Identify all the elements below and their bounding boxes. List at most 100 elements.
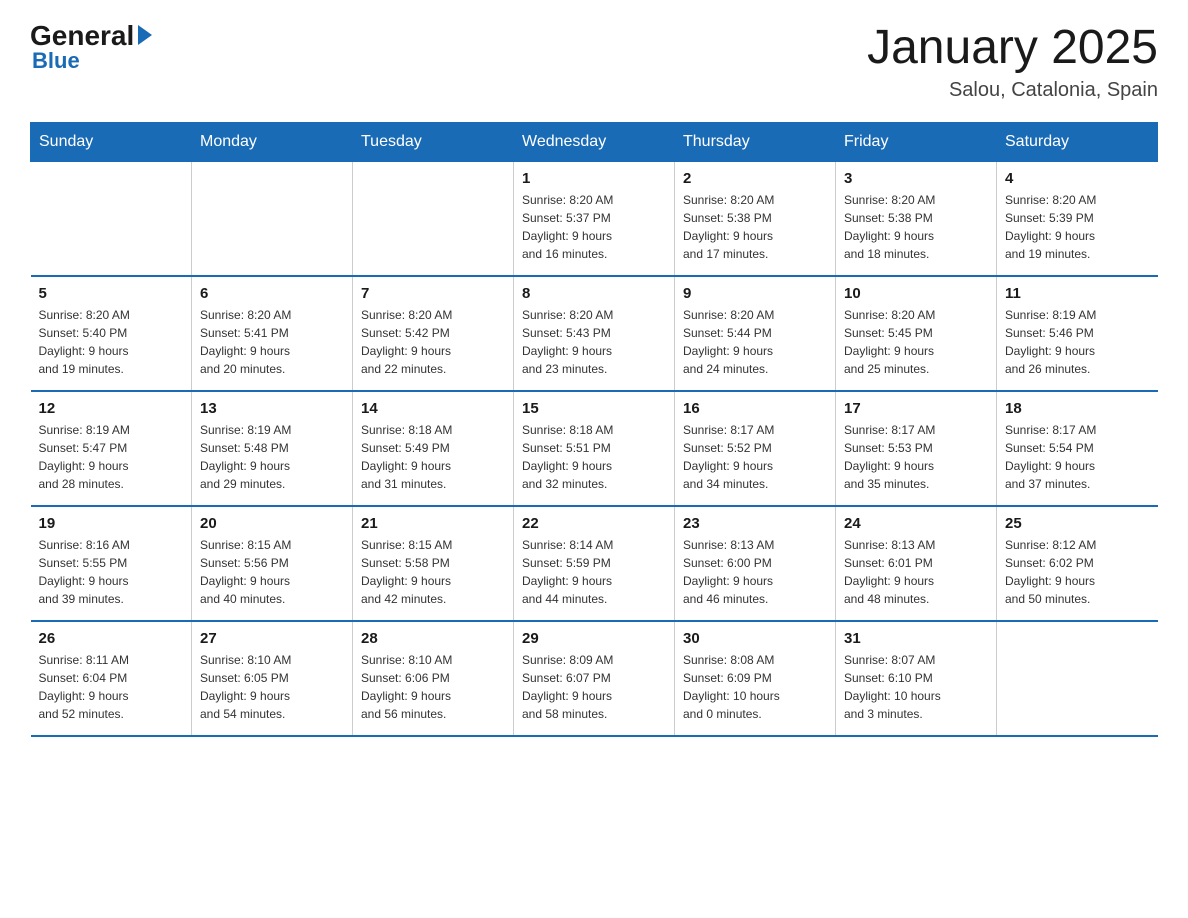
calendar-cell: 28 Sunrise: 8:10 AM Sunset: 6:06 PM Dayli… (353, 621, 514, 736)
calendar-cell: 8Sunrise: 8:20 AM Sunset: 5:43 PM Daylig… (514, 276, 675, 391)
calendar-cell: 12 Sunrise: 8:19 AM Sunset: 5:47 PM Dayli… (31, 391, 192, 506)
day-number: 31 (844, 630, 988, 647)
day-info: Sunrise: 8:13 AM Sunset: 6:00 PM Dayligh… (683, 536, 827, 608)
calendar-week-row: 5 Sunrise: 8:20 AM Sunset: 5:40 PM Daylig… (31, 276, 1158, 391)
day-info: Sunrise: 8:19 AM Sunset: 5:47 PM Dayligh… (39, 421, 184, 493)
calendar-cell: 26Sunrise: 8:11 AM Sunset: 6:04 PM Dayli… (31, 621, 192, 736)
day-info: Sunrise: 8:15 AM Sunset: 5:56 PM Dayligh… (200, 536, 344, 608)
day-info: Sunrise: 8:18 AM Sunset: 5:51 PM Dayligh… (522, 421, 666, 493)
calendar-header-wednesday: Wednesday (514, 123, 675, 162)
calendar-cell: 17 Sunrise: 8:17 AM Sunset: 5:53 PM Dayli… (836, 391, 997, 506)
calendar-cell: 31 Sunrise: 8:07 AM Sunset: 6:10 PM Dayli… (836, 621, 997, 736)
day-info: Sunrise: 8:20 AM Sunset: 5:42 PM Dayligh… (361, 306, 505, 378)
day-number: 6 (200, 285, 344, 302)
day-info: Sunrise: 8:17 AM Sunset: 5:54 PM Dayligh… (1005, 421, 1150, 493)
day-number: 14 (361, 400, 505, 417)
day-info: Sunrise: 8:09 AM Sunset: 6:07 PM Dayligh… (522, 651, 666, 723)
logo-blue-text: Blue (32, 48, 80, 74)
day-info: Sunrise: 8:20 AM Sunset: 5:37 PM Dayligh… (522, 191, 666, 263)
day-info: Sunrise: 8:15 AM Sunset: 5:58 PM Dayligh… (361, 536, 505, 608)
day-number: 13 (200, 400, 344, 417)
day-number: 12 (39, 400, 184, 417)
day-number: 17 (844, 400, 988, 417)
day-number: 15 (522, 400, 666, 417)
day-info: Sunrise: 8:10 AM Sunset: 6:05 PM Dayligh… (200, 651, 344, 723)
calendar-cell: 4Sunrise: 8:20 AM Sunset: 5:39 PM Daylig… (997, 162, 1158, 277)
day-info: Sunrise: 8:20 AM Sunset: 5:40 PM Dayligh… (39, 306, 184, 378)
day-number: 20 (200, 515, 344, 532)
day-number: 28 (361, 630, 505, 647)
calendar-week-row: 26Sunrise: 8:11 AM Sunset: 6:04 PM Dayli… (31, 621, 1158, 736)
calendar-cell: 6 Sunrise: 8:20 AM Sunset: 5:41 PM Daylig… (192, 276, 353, 391)
page-header: General Blue January 2025 Salou, Catalon… (30, 20, 1158, 102)
calendar-header-tuesday: Tuesday (353, 123, 514, 162)
calendar-cell: 2Sunrise: 8:20 AM Sunset: 5:38 PM Daylig… (675, 162, 836, 277)
calendar-cell (192, 162, 353, 277)
day-info: Sunrise: 8:20 AM Sunset: 5:39 PM Dayligh… (1005, 191, 1150, 263)
month-year-title: January 2025 (867, 20, 1158, 75)
day-number: 10 (844, 285, 988, 302)
day-number: 3 (844, 170, 988, 187)
calendar-cell (31, 162, 192, 277)
calendar-cell: 29Sunrise: 8:09 AM Sunset: 6:07 PM Dayli… (514, 621, 675, 736)
day-info: Sunrise: 8:17 AM Sunset: 5:52 PM Dayligh… (683, 421, 827, 493)
day-number: 9 (683, 285, 827, 302)
calendar-cell: 3 Sunrise: 8:20 AM Sunset: 5:38 PM Daylig… (836, 162, 997, 277)
calendar-cell: 23 Sunrise: 8:13 AM Sunset: 6:00 PM Dayli… (675, 506, 836, 621)
title-block: January 2025 Salou, Catalonia, Spain (867, 20, 1158, 102)
calendar-cell: 24 Sunrise: 8:13 AM Sunset: 6:01 PM Dayli… (836, 506, 997, 621)
day-number: 2 (683, 170, 827, 187)
calendar-cell: 14 Sunrise: 8:18 AM Sunset: 5:49 PM Dayli… (353, 391, 514, 506)
calendar-header-friday: Friday (836, 123, 997, 162)
day-info: Sunrise: 8:20 AM Sunset: 5:43 PM Dayligh… (522, 306, 666, 378)
calendar-cell: 7 Sunrise: 8:20 AM Sunset: 5:42 PM Daylig… (353, 276, 514, 391)
calendar-cell (353, 162, 514, 277)
calendar-header-sunday: Sunday (31, 123, 192, 162)
day-info: Sunrise: 8:20 AM Sunset: 5:38 PM Dayligh… (844, 191, 988, 263)
day-number: 25 (1005, 515, 1150, 532)
calendar-cell: 20 Sunrise: 8:15 AM Sunset: 5:56 PM Dayli… (192, 506, 353, 621)
day-number: 18 (1005, 400, 1150, 417)
day-info: Sunrise: 8:16 AM Sunset: 5:55 PM Dayligh… (39, 536, 184, 608)
calendar-cell: 5 Sunrise: 8:20 AM Sunset: 5:40 PM Daylig… (31, 276, 192, 391)
day-info: Sunrise: 8:14 AM Sunset: 5:59 PM Dayligh… (522, 536, 666, 608)
day-number: 1 (522, 170, 666, 187)
day-number: 23 (683, 515, 827, 532)
calendar-cell: 11Sunrise: 8:19 AM Sunset: 5:46 PM Dayli… (997, 276, 1158, 391)
day-number: 19 (39, 515, 184, 532)
day-info: Sunrise: 8:12 AM Sunset: 6:02 PM Dayligh… (1005, 536, 1150, 608)
day-number: 27 (200, 630, 344, 647)
day-info: Sunrise: 8:08 AM Sunset: 6:09 PM Dayligh… (683, 651, 827, 723)
calendar-week-row: 1 Sunrise: 8:20 AM Sunset: 5:37 PM Daylig… (31, 162, 1158, 277)
day-info: Sunrise: 8:17 AM Sunset: 5:53 PM Dayligh… (844, 421, 988, 493)
calendar-cell: 18 Sunrise: 8:17 AM Sunset: 5:54 PM Dayli… (997, 391, 1158, 506)
location-subtitle: Salou, Catalonia, Spain (867, 79, 1158, 102)
day-info: Sunrise: 8:18 AM Sunset: 5:49 PM Dayligh… (361, 421, 505, 493)
calendar-cell: 22 Sunrise: 8:14 AM Sunset: 5:59 PM Dayli… (514, 506, 675, 621)
logo-arrow-icon (138, 25, 152, 45)
day-info: Sunrise: 8:19 AM Sunset: 5:48 PM Dayligh… (200, 421, 344, 493)
calendar-cell: 21 Sunrise: 8:15 AM Sunset: 5:58 PM Dayli… (353, 506, 514, 621)
day-info: Sunrise: 8:20 AM Sunset: 5:44 PM Dayligh… (683, 306, 827, 378)
day-info: Sunrise: 8:20 AM Sunset: 5:41 PM Dayligh… (200, 306, 344, 378)
calendar-week-row: 19 Sunrise: 8:16 AM Sunset: 5:55 PM Dayli… (31, 506, 1158, 621)
day-number: 24 (844, 515, 988, 532)
day-number: 21 (361, 515, 505, 532)
calendar-cell (997, 621, 1158, 736)
day-info: Sunrise: 8:20 AM Sunset: 5:45 PM Dayligh… (844, 306, 988, 378)
day-number: 5 (39, 285, 184, 302)
day-number: 26 (39, 630, 184, 647)
day-number: 16 (683, 400, 827, 417)
day-number: 22 (522, 515, 666, 532)
calendar-cell: 30 Sunrise: 8:08 AM Sunset: 6:09 PM Dayli… (675, 621, 836, 736)
day-info: Sunrise: 8:13 AM Sunset: 6:01 PM Dayligh… (844, 536, 988, 608)
calendar-header-saturday: Saturday (997, 123, 1158, 162)
day-info: Sunrise: 8:10 AM Sunset: 6:06 PM Dayligh… (361, 651, 505, 723)
day-number: 11 (1005, 285, 1150, 302)
calendar-header-monday: Monday (192, 123, 353, 162)
calendar-cell: 1 Sunrise: 8:20 AM Sunset: 5:37 PM Daylig… (514, 162, 675, 277)
day-number: 7 (361, 285, 505, 302)
calendar-week-row: 12 Sunrise: 8:19 AM Sunset: 5:47 PM Dayli… (31, 391, 1158, 506)
day-info: Sunrise: 8:07 AM Sunset: 6:10 PM Dayligh… (844, 651, 988, 723)
day-number: 30 (683, 630, 827, 647)
